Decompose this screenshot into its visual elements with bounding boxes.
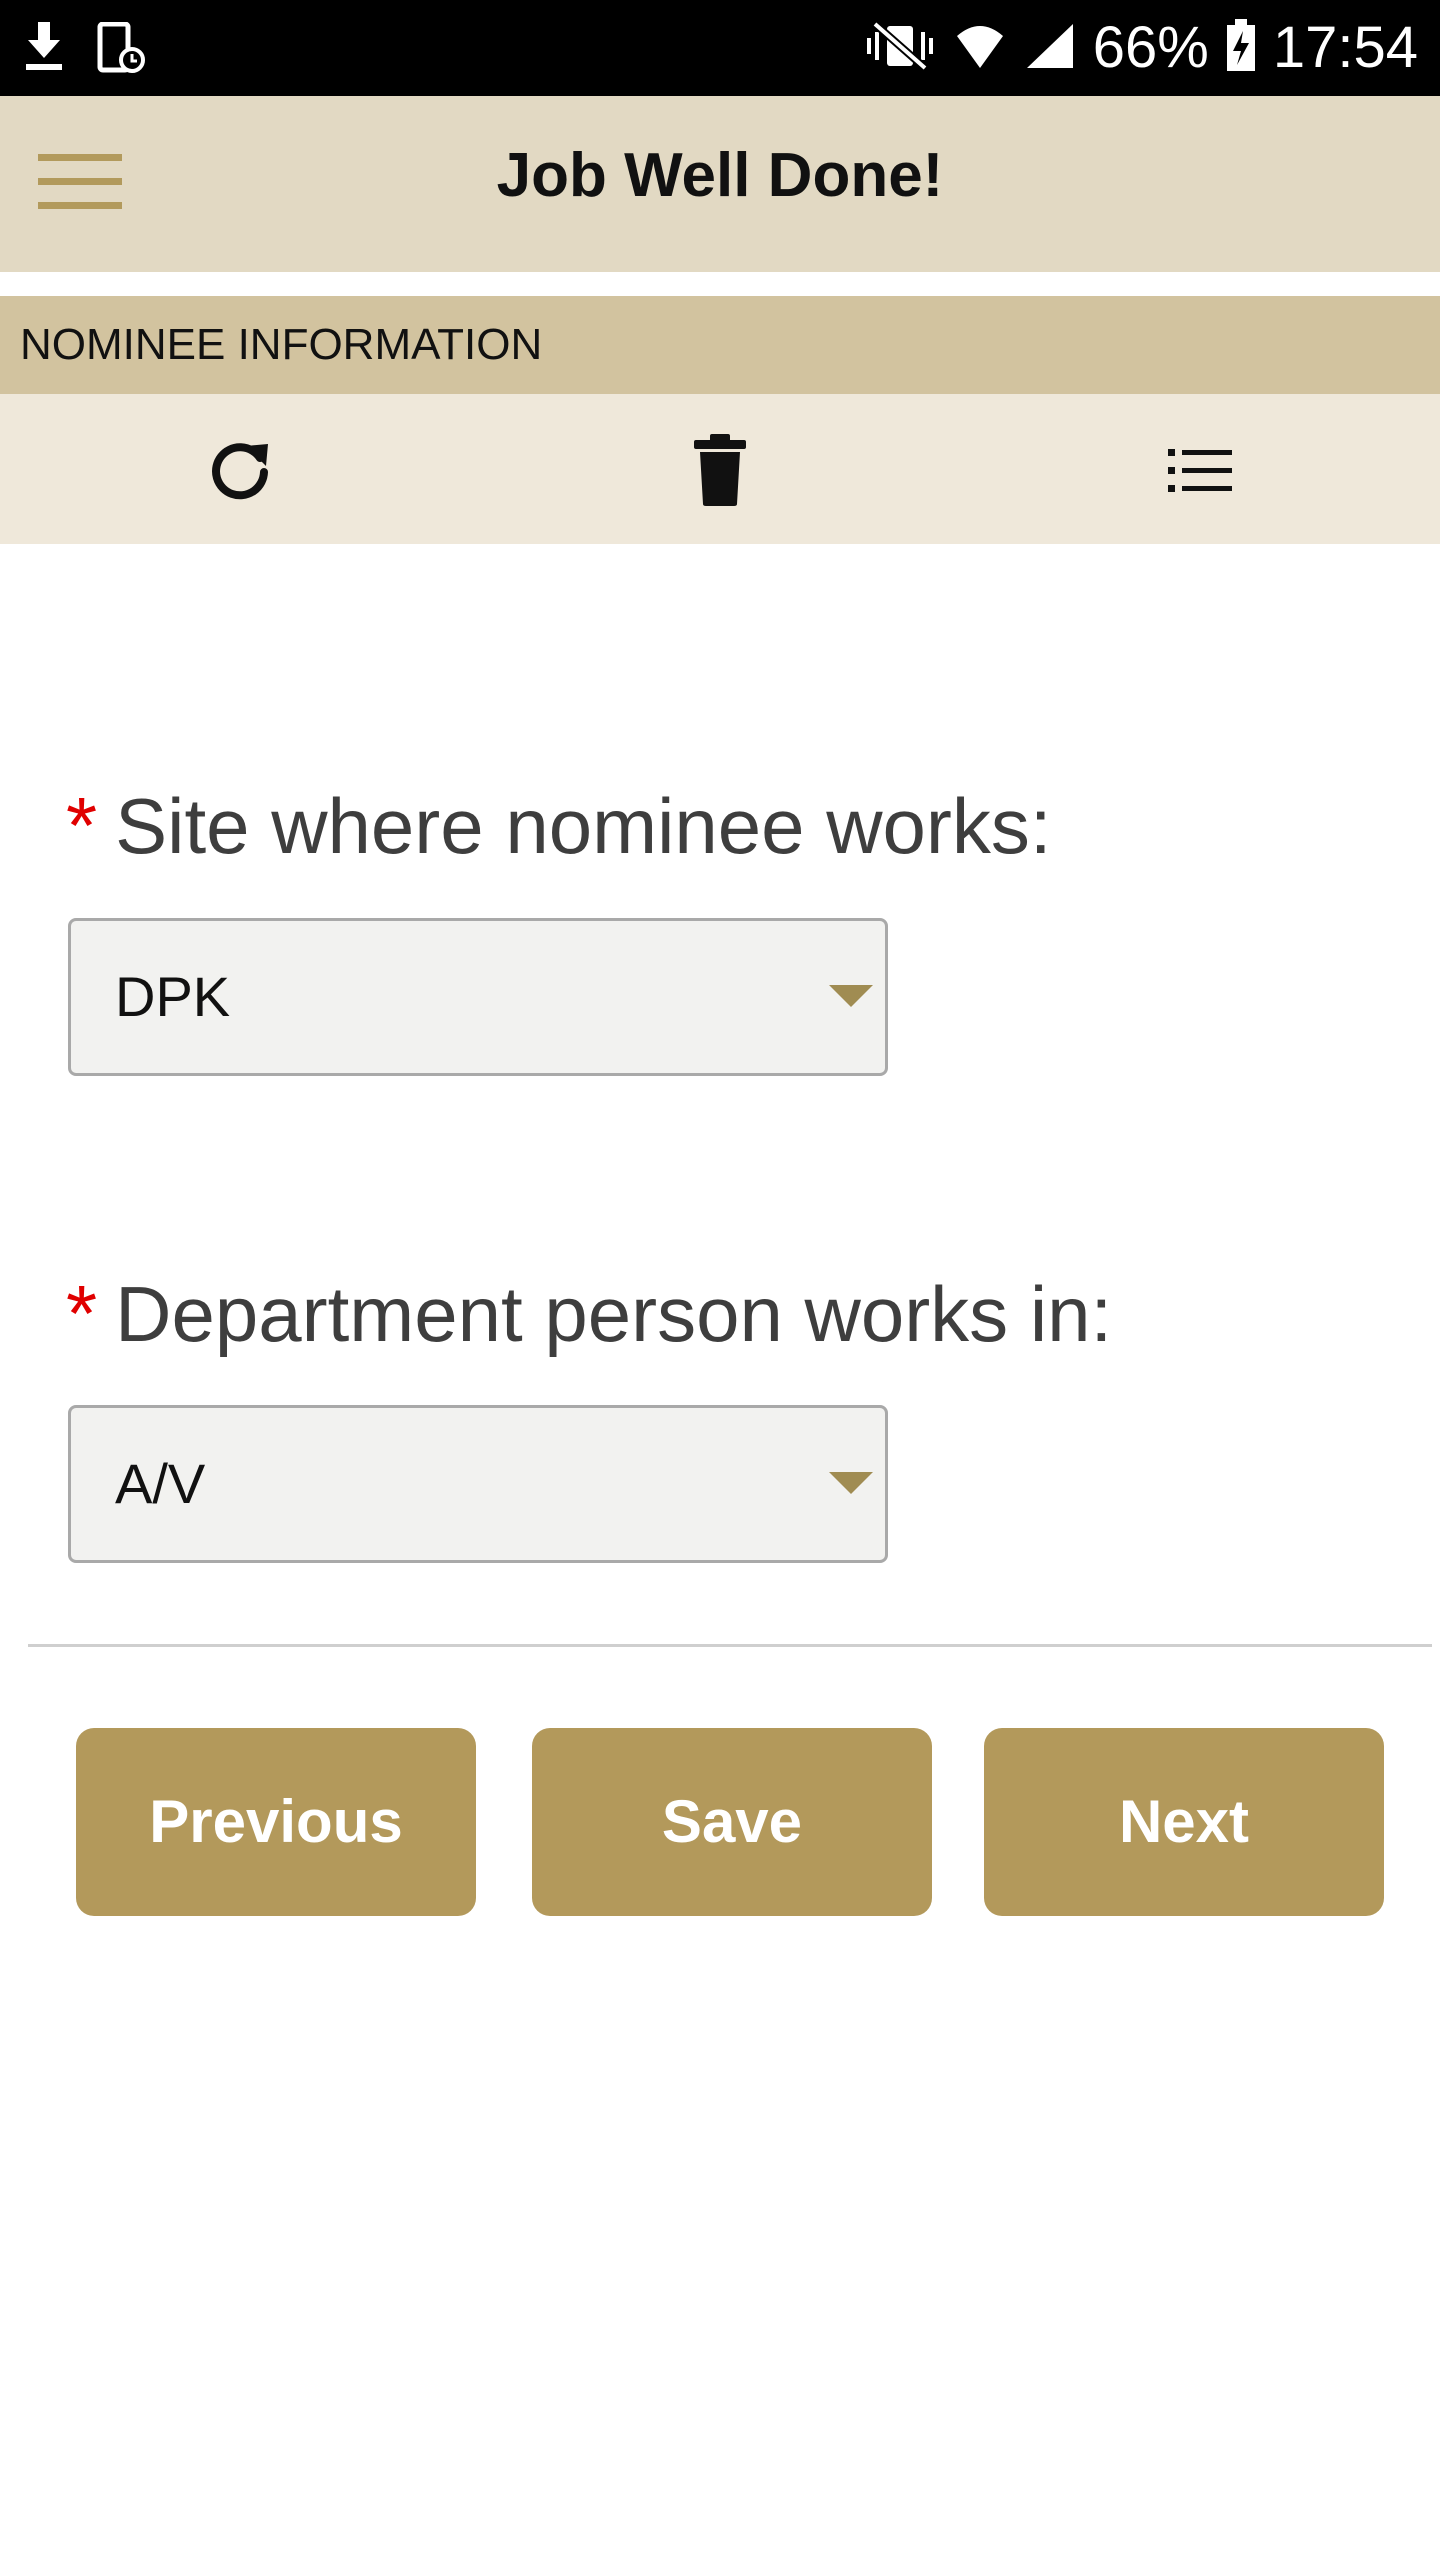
site-select-value: DPK: [115, 965, 231, 1028]
chevron-down-icon: [829, 985, 873, 1007]
status-bar-left: [22, 21, 146, 79]
department-select[interactable]: A/V: [68, 1405, 888, 1563]
form-toolbar: [0, 394, 1440, 544]
department-field-label: * Department person works in:: [66, 1268, 1112, 1360]
battery-percentage: 66%: [1092, 15, 1209, 80]
department-label-text: Department person works in:: [115, 1270, 1113, 1358]
section-header: NOMINEE INFORMATION: [0, 296, 1440, 394]
next-button[interactable]: Next: [984, 1728, 1384, 1916]
refresh-icon[interactable]: [202, 432, 278, 508]
battery-charging-icon: [1225, 18, 1257, 78]
list-icon[interactable]: [1162, 432, 1238, 508]
signal-icon: [1023, 20, 1077, 77]
status-bar: 66% 17:54: [0, 0, 1440, 96]
status-bar-right: 66% 17:54: [863, 14, 1418, 82]
department-select-value: A/V: [115, 1452, 206, 1515]
previous-button[interactable]: Previous: [76, 1728, 476, 1916]
screen: 66% 17:54 Job Well Done! NOMINEE INFORMA…: [0, 0, 1440, 2560]
site-select[interactable]: DPK: [68, 918, 888, 1076]
vibrate-icon: [863, 20, 937, 77]
chevron-down-icon: [829, 1472, 873, 1494]
required-marker: *: [66, 781, 98, 870]
app-bar: Job Well Done!: [0, 96, 1440, 272]
save-button[interactable]: Save: [532, 1728, 932, 1916]
clock: 17:54: [1272, 15, 1418, 80]
download-icon: [22, 22, 66, 79]
app-title: Job Well Done!: [496, 141, 944, 210]
required-marker: *: [66, 1269, 98, 1358]
site-label-text: Site where nominee works:: [115, 782, 1052, 870]
wifi-icon: [953, 20, 1007, 77]
hamburger-menu-icon[interactable]: [38, 154, 122, 214]
delete-icon[interactable]: [682, 432, 758, 508]
site-field-label: * Site where nominee works:: [66, 780, 1052, 872]
device-icon: [96, 21, 146, 79]
divider: [28, 1644, 1432, 1647]
